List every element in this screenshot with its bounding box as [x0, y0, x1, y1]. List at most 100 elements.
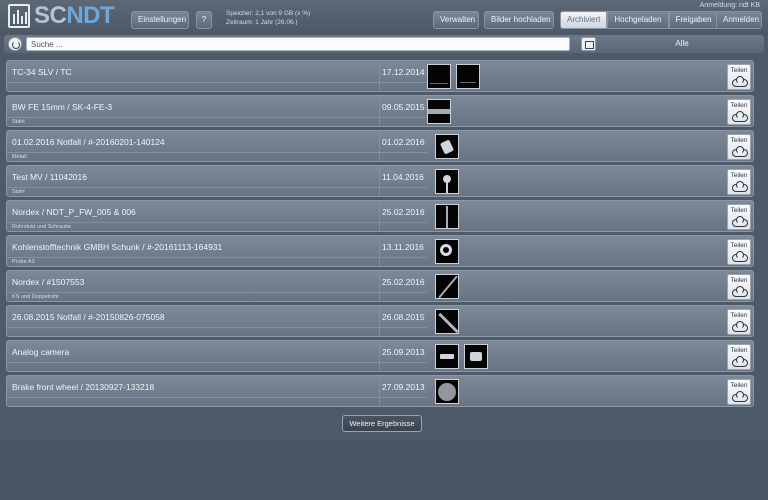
- item-date: 25.09.2013: [382, 347, 425, 357]
- upload-images-button[interactable]: Bilder hochladen: [484, 11, 554, 29]
- item-date: 13.11.2016: [382, 242, 424, 252]
- share-label: Teilen: [730, 67, 748, 74]
- logo-ndt: NDT: [66, 2, 115, 29]
- item-title: Analog camera: [12, 347, 70, 357]
- share-label: Teilen: [730, 102, 748, 109]
- share-button[interactable]: Teilen: [727, 169, 751, 195]
- manage-button[interactable]: Verwalten: [433, 11, 479, 29]
- item-date: 17.12.2014: [382, 67, 425, 77]
- share-label: Teilen: [730, 242, 748, 249]
- cloud-upload-icon: [731, 391, 748, 402]
- list-item[interactable]: BW FE 15mm / SK-4-FE-3 Stahl 09.05.2015 …: [6, 95, 754, 127]
- share-label: Teilen: [730, 382, 748, 389]
- storage-info: Speicher: 2,1 von 9 GB (x %) Zeitraum: 1…: [226, 9, 310, 27]
- item-date: 26.08.2015: [382, 312, 425, 322]
- item-date: 09.05.2015: [382, 102, 425, 112]
- share-label: Teilen: [730, 312, 748, 319]
- item-date: 27.09.2013: [382, 382, 425, 392]
- help-button[interactable]: ?: [196, 11, 212, 29]
- app-logo: SCNDT: [8, 2, 115, 29]
- item-date: 01.02.2016: [382, 137, 425, 147]
- item-subtitle: KS und Doppelrohr: [12, 294, 59, 300]
- list-item[interactable]: 01.02.2016 Notfall / #-20160201-140124 M…: [6, 130, 754, 162]
- item-date: 25.02.2016: [382, 277, 425, 287]
- item-thumbnail[interactable]: [435, 204, 459, 229]
- item-title: BW FE 15mm / SK-4-FE-3: [12, 102, 113, 112]
- item-thumbnail[interactable]: [456, 64, 480, 89]
- tab-archived[interactable]: Archiviert: [560, 11, 608, 29]
- share-label: Teilen: [730, 347, 748, 354]
- login-button[interactable]: Anmelden: [716, 11, 762, 29]
- share-button[interactable]: Teilen: [727, 99, 751, 125]
- cloud-upload-icon: [731, 146, 748, 157]
- storage-period: Zeitraum: 1 Jahr (26.06.): [226, 19, 298, 26]
- list-item[interactable]: Test MV / 11042016 Stahl 11.04.2016 Teil…: [6, 165, 754, 197]
- item-thumbnail[interactable]: [435, 239, 459, 264]
- more-results-button[interactable]: Weitere Ergebnisse: [342, 415, 422, 432]
- calendar-icon[interactable]: [581, 37, 596, 51]
- reload-icon[interactable]: [8, 37, 22, 51]
- cloud-upload-icon: [731, 181, 748, 192]
- item-subtitle: Stahl: [12, 119, 25, 125]
- search-input[interactable]: [26, 37, 570, 51]
- share-label: Teilen: [730, 172, 748, 179]
- item-title: Test MV / 11042016: [12, 172, 87, 182]
- logo-text: SCNDT: [34, 2, 115, 29]
- share-button[interactable]: Teilen: [727, 134, 751, 160]
- cloud-upload-icon: [731, 251, 748, 262]
- item-title: 01.02.2016 Notfall / #-20160201-140124: [12, 137, 165, 147]
- share-label: Teilen: [730, 137, 748, 144]
- storage-usage: Speicher: 2,1 von 9 GB (x %): [226, 10, 311, 17]
- list-item[interactable]: 26.08.2015 Notfall / #-20150826-075058 2…: [6, 305, 754, 337]
- filter-all[interactable]: Alle: [600, 37, 764, 51]
- cloud-upload-icon: [731, 216, 748, 227]
- tab-shares[interactable]: Freigaben: [668, 11, 719, 29]
- user-status: Anmeldung: ndt KB: [699, 2, 760, 9]
- item-thumbnail[interactable]: [435, 379, 459, 404]
- footer-area: [0, 440, 768, 500]
- list-item[interactable]: Analog camera 25.09.2013 Teilen: [6, 340, 754, 372]
- share-label: Teilen: [730, 277, 748, 284]
- item-subtitle: Probe A3: [12, 259, 35, 265]
- tab-uploaded[interactable]: Hochgeladen: [607, 11, 669, 29]
- cloud-upload-icon: [731, 286, 748, 297]
- item-thumbnail[interactable]: [435, 274, 459, 299]
- item-title: Nordex / #1507553: [12, 277, 85, 287]
- item-thumbnail[interactable]: [435, 309, 459, 334]
- logo-icon: [8, 4, 30, 28]
- result-list: TC-34 SLV / TC 17.12.2014 Teilen BW FE 1…: [6, 60, 754, 410]
- share-label: Teilen: [730, 207, 748, 214]
- item-title: Kohlenstofftechnik GMBH Schunk / #-20161…: [12, 242, 223, 252]
- list-item[interactable]: Nordex / NDT_P_FW_005 & 006 Rohrstutz un…: [6, 200, 754, 232]
- share-button[interactable]: Teilen: [727, 274, 751, 300]
- item-date: 11.04.2016: [382, 172, 424, 182]
- top-header: SCNDT Einstellungen ? Speicher: 2,1 von …: [0, 0, 768, 34]
- item-thumbnail[interactable]: [435, 169, 459, 194]
- item-title: Brake front wheel / 20130927-133218: [12, 382, 155, 392]
- share-button[interactable]: Teilen: [727, 64, 751, 90]
- cloud-upload-icon: [731, 76, 748, 87]
- settings-button[interactable]: Einstellungen: [131, 11, 189, 29]
- cloud-upload-icon: [731, 321, 748, 332]
- share-button[interactable]: Teilen: [727, 204, 751, 230]
- share-button[interactable]: Teilen: [727, 239, 751, 265]
- cloud-upload-icon: [731, 111, 748, 122]
- item-title: TC-34 SLV / TC: [12, 67, 72, 77]
- search-bar: Alle: [4, 35, 764, 53]
- list-item[interactable]: TC-34 SLV / TC 17.12.2014 Teilen: [6, 60, 754, 92]
- item-thumbnail[interactable]: [427, 64, 451, 89]
- list-item[interactable]: Kohlenstofftechnik GMBH Schunk / #-20161…: [6, 235, 754, 267]
- item-thumbnail[interactable]: [435, 134, 459, 159]
- share-button[interactable]: Teilen: [727, 344, 751, 370]
- view-tabs: Archiviert Hochgeladen Freigaben: [560, 11, 719, 29]
- item-thumbnail[interactable]: [427, 99, 451, 124]
- share-button[interactable]: Teilen: [727, 309, 751, 335]
- list-item[interactable]: Nordex / #1507553 KS und Doppelrohr 25.0…: [6, 270, 754, 302]
- item-thumbnail[interactable]: [464, 344, 488, 369]
- item-thumbnail[interactable]: [435, 344, 459, 369]
- list-item[interactable]: Brake front wheel / 20130927-133218 27.0…: [6, 375, 754, 407]
- share-button[interactable]: Teilen: [727, 379, 751, 405]
- item-subtitle: Stahl: [12, 189, 25, 195]
- item-title: 26.08.2015 Notfall / #-20150826-075058: [12, 312, 165, 322]
- cloud-upload-icon: [731, 356, 748, 367]
